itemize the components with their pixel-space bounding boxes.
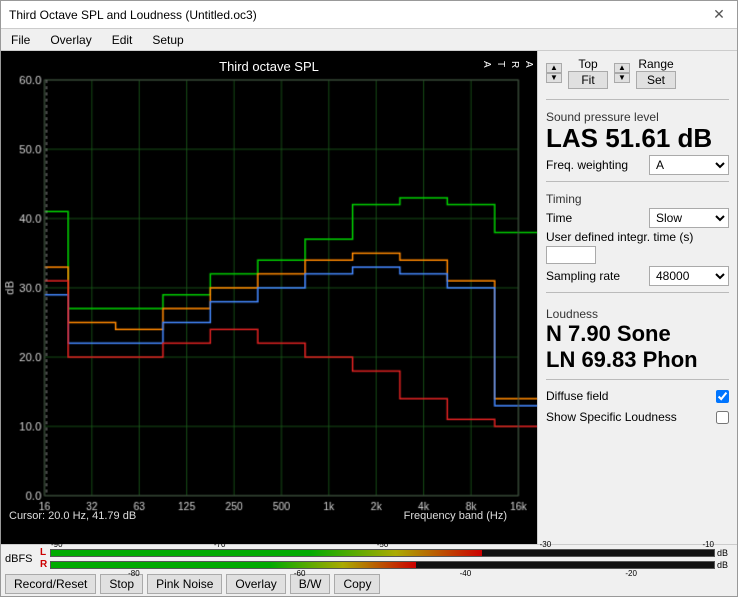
menu-edit[interactable]: Edit <box>106 31 139 48</box>
loudness-section: Loudness N 7.90 Sone LN 69.83 Phon <box>546 303 729 374</box>
range-down-btn[interactable]: ▼ <box>614 73 630 83</box>
menu-setup[interactable]: Setup <box>146 31 189 48</box>
r-meter-fill <box>51 562 416 568</box>
freq-weighting-row: Freq. weighting A C Z <box>546 155 729 175</box>
range-up-btn[interactable]: ▲ <box>614 63 630 73</box>
menu-file[interactable]: File <box>5 31 36 48</box>
set-button[interactable]: Set <box>636 71 676 89</box>
menu-bar: File Overlay Edit Setup <box>1 29 737 51</box>
show-specific-label: Show Specific Loudness <box>546 410 677 424</box>
r-meter-bar: -80-60-40-20 <box>50 561 715 569</box>
l-channel-label: L <box>40 547 48 558</box>
divider-3 <box>546 292 729 293</box>
spl-section: Sound pressure level LAS 51.61 dB Freq. … <box>546 106 729 175</box>
top-label: Top <box>578 57 597 71</box>
dbfs-label: dBFS <box>5 553 37 565</box>
divider-2 <box>546 181 729 182</box>
l-db-suffix: dB <box>717 548 733 558</box>
l-meter-bar: -90-70-50-30-10 <box>50 549 715 557</box>
l-meter-fill <box>51 550 482 556</box>
loudness-ln-value: LN 69.83 Phon <box>546 347 729 373</box>
arta-label: ARTA <box>479 61 535 68</box>
sampling-rate-label: Sampling rate <box>546 269 620 283</box>
freq-weighting-select[interactable]: A C Z <box>649 155 729 175</box>
diffuse-field-row: Diffuse field <box>546 389 729 403</box>
top-spinner: ▲ ▼ <box>546 63 562 83</box>
close-button[interactable]: ✕ <box>709 5 729 25</box>
right-panel: ▲ ▼ Top Fit ▲ ▼ Range Set Sou <box>537 51 737 544</box>
range-label: Range <box>638 57 673 71</box>
sampling-rate-row: Sampling rate 48000 44100 <box>546 266 729 286</box>
user-defined-row: User defined integr. time (s) 10 <box>546 230 729 264</box>
chart-title: Third octave SPL <box>1 55 537 78</box>
r-channel-label: R <box>40 559 48 570</box>
range-spinner: ▲ ▼ <box>614 63 630 83</box>
user-defined-input[interactable]: 10 <box>546 246 596 264</box>
freq-weighting-label: Freq. weighting <box>546 158 628 172</box>
fit-button[interactable]: Fit <box>568 71 608 89</box>
divider-1 <box>546 99 729 100</box>
divider-4 <box>546 379 729 380</box>
sampling-rate-select[interactable]: 48000 44100 <box>649 266 729 286</box>
diffuse-field-checkbox[interactable] <box>716 390 729 403</box>
cursor-info: Cursor: 20.0 Hz, 41.79 dB <box>9 510 136 522</box>
loudness-n-value: N 7.90 Sone <box>546 321 729 347</box>
window-title: Third Octave SPL and Loudness (Untitled.… <box>9 8 257 22</box>
top-down-btn[interactable]: ▼ <box>546 73 562 83</box>
main-window: Third Octave SPL and Loudness (Untitled.… <box>0 0 738 597</box>
title-bar: Third Octave SPL and Loudness (Untitled.… <box>1 1 737 29</box>
top-up-btn[interactable]: ▲ <box>546 63 562 73</box>
time-label: Time <box>546 211 572 225</box>
frequency-axis-label: Frequency band (Hz) <box>404 510 507 522</box>
loudness-section-label: Loudness <box>546 307 729 321</box>
timing-section-label: Timing <box>546 192 729 206</box>
show-specific-row: Show Specific Loudness <box>546 410 729 424</box>
spl-value: LAS 51.61 dB <box>546 124 729 153</box>
menu-overlay[interactable]: Overlay <box>44 31 97 48</box>
top-label-box: Top Fit <box>568 57 608 89</box>
chart-area: Third octave SPL ARTA Cursor: 20.0 Hz, 4… <box>1 51 537 544</box>
top-controls: ▲ ▼ Top Fit ▲ ▼ Range Set <box>546 57 729 89</box>
time-row: Time Slow Fast <box>546 208 729 228</box>
show-specific-checkbox[interactable] <box>716 411 729 424</box>
diffuse-field-label: Diffuse field <box>546 389 608 403</box>
r-db-suffix: dB <box>717 560 733 570</box>
chart-canvas <box>1 51 537 537</box>
user-defined-label: User defined integr. time (s) <box>546 230 693 244</box>
timing-section: Timing Time Slow Fast User defined integ… <box>546 188 729 286</box>
range-label-box: Range Set <box>636 57 676 89</box>
bottom-bar: dBFS L -90-70-50-30-10 dB R <box>1 544 737 596</box>
spl-section-label: Sound pressure level <box>546 110 729 124</box>
time-select[interactable]: Slow Fast <box>649 208 729 228</box>
main-content: Third octave SPL ARTA Cursor: 20.0 Hz, 4… <box>1 51 737 544</box>
